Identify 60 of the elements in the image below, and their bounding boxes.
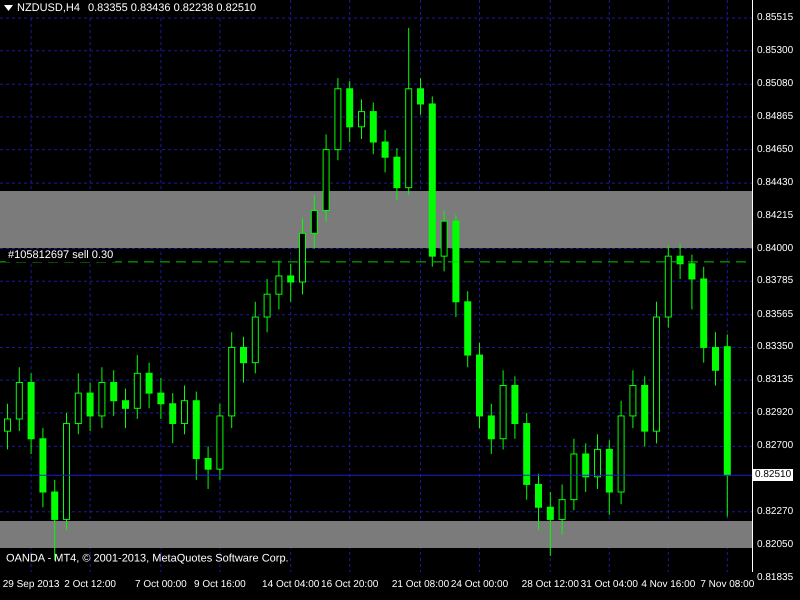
candlestick [157, 377, 164, 420]
candlestick [676, 243, 684, 280]
time-label: 16 Oct 20:00 [321, 578, 378, 592]
candlestick [275, 260, 282, 310]
candlestick [86, 382, 94, 432]
copyright-text: OANDA - MT4, © 2001-2013, MetaQuotes Software Corp. [6, 552, 289, 566]
current-price-tag: 0.82510 [753, 469, 794, 482]
candlestick [488, 403, 495, 454]
candlestick [358, 98, 365, 140]
candlestick [146, 362, 153, 409]
price-label: 0.83565 [757, 308, 794, 321]
price-label: 0.82920 [757, 406, 794, 419]
price-label: 0.82050 [757, 539, 794, 552]
candlestick [546, 492, 554, 556]
price-label: 0.85300 [757, 44, 794, 57]
time-label: 14 Oct 04:00 [262, 578, 320, 592]
price-quotes: 0.83355 0.83436 0.82238 0.82510 [88, 0, 256, 16]
candlestick [264, 278, 271, 333]
dropdown-icon[interactable] [4, 5, 13, 11]
candlestick [110, 370, 118, 416]
candlestick [712, 332, 719, 386]
time-label: 29 Sep 2013 [2, 578, 60, 592]
candlestick [169, 392, 176, 444]
candlestick [688, 254, 696, 310]
candlestick [181, 385, 188, 435]
price-label: 0.81835 [757, 572, 794, 584]
symbol-label: NZDUSD,H4 [17, 0, 80, 16]
time-label: 31 Oct 04:00 [580, 578, 638, 592]
time-label: 2 Oct 12:00 [64, 578, 116, 592]
candlestick [4, 403, 11, 450]
candlestick [417, 78, 424, 116]
price-label: 0.83350 [757, 341, 794, 354]
candlestick [535, 473, 542, 531]
time-label: 21 Oct 08:00 [392, 578, 450, 592]
price-label: 0.84650 [757, 144, 794, 156]
price-label: 0.82270 [757, 506, 794, 518]
price-label: 0.82700 [757, 440, 794, 452]
candlestick [582, 442, 590, 493]
time-label: 28 Oct 12:00 [522, 578, 579, 592]
price-label: 0.84865 [757, 110, 794, 123]
time-label: 24 Oct 00:00 [450, 578, 508, 592]
candlestick [558, 484, 566, 536]
price-label: 0.84215 [757, 210, 794, 222]
price-label: 0.84430 [757, 177, 794, 190]
time-label: 7 Nov 08:00 [700, 578, 754, 592]
price-label: 0.85515 [757, 12, 794, 24]
order-label: #105812697 sell 0.30 [6, 248, 116, 262]
price-label: 0.85080 [757, 78, 794, 90]
candlestick [240, 336, 247, 383]
candlestick [287, 263, 294, 302]
time-label: 9 Oct 16:00 [194, 578, 246, 592]
price-label: 0.84000 [757, 242, 794, 255]
candlestick [382, 129, 389, 173]
candlestick [204, 446, 212, 490]
candlestick [310, 194, 318, 250]
time-label: 7 Oct 00:00 [135, 578, 187, 592]
price-label: 0.83135 [757, 374, 794, 386]
candlestick [122, 388, 129, 429]
price-label: 0.83785 [757, 275, 794, 288]
time-label: 4 Nov 16:00 [641, 578, 696, 592]
